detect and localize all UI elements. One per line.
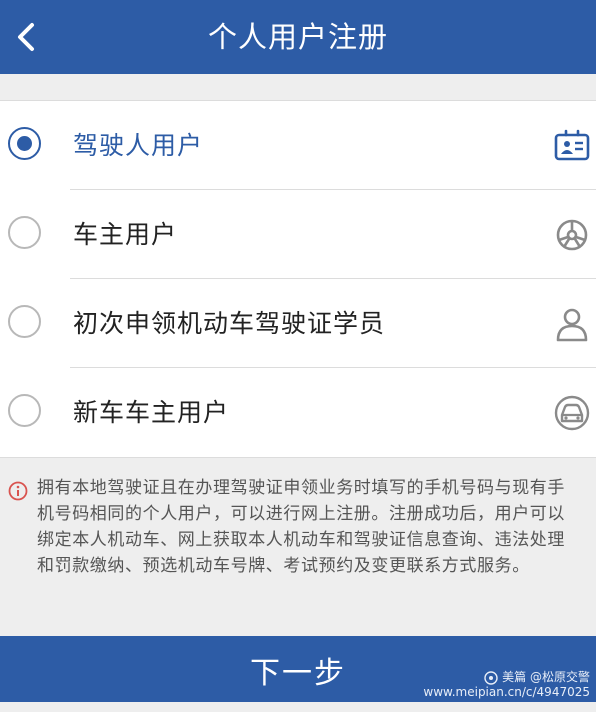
- option-vehicle-owner[interactable]: 车主用户: [0, 190, 596, 279]
- registration-notice: 拥有本地驾驶证且在办理驾驶证申领业务时填写的手机号码与现有手机号码相同的个人用户…: [0, 466, 596, 616]
- option-label: 车主用户: [73, 220, 178, 249]
- meipian-logo-icon: [484, 670, 498, 685]
- watermark-line2: www.meipian.cn/c/4947025: [423, 685, 590, 699]
- option-new-car-owner[interactable]: 新车车主用户: [0, 368, 596, 457]
- user-type-list: 驾驶人用户 车主用户 初次申领机动车驾驶证学员 新车车主用户: [0, 100, 596, 458]
- radio-button[interactable]: [8, 216, 41, 249]
- radio-button[interactable]: [8, 394, 41, 427]
- radio-button-selected[interactable]: [8, 127, 41, 160]
- watermark: 美篇 @松原交警 www.meipian.cn/c/4947025: [423, 670, 590, 700]
- driver-license-icon: [554, 129, 590, 161]
- radio-button[interactable]: [8, 305, 41, 338]
- info-icon: [8, 481, 28, 501]
- app-header: 个人用户注册: [0, 0, 596, 74]
- option-label: 驾驶人用户: [73, 131, 204, 160]
- option-first-license-student[interactable]: 初次申领机动车驾驶证学员: [0, 279, 596, 368]
- option-label: 新车车主用户: [73, 398, 230, 427]
- steering-wheel-icon: [556, 219, 588, 251]
- option-label: 初次申领机动车驾驶证学员: [73, 309, 386, 338]
- page-title: 个人用户注册: [207, 20, 388, 54]
- person-icon: [556, 308, 588, 342]
- option-driver-user[interactable]: 驾驶人用户: [0, 101, 596, 190]
- car-icon: [554, 395, 590, 431]
- next-step-button[interactable]: 下一步 美篇 @松原交警 www.meipian.cn/c/4947025: [0, 636, 596, 702]
- notice-text: 拥有本地驾驶证且在办理驾驶证申领业务时填写的手机号码与现有手机号码相同的个人用户…: [37, 478, 565, 576]
- watermark-line1: 美篇 @松原交警: [502, 670, 590, 684]
